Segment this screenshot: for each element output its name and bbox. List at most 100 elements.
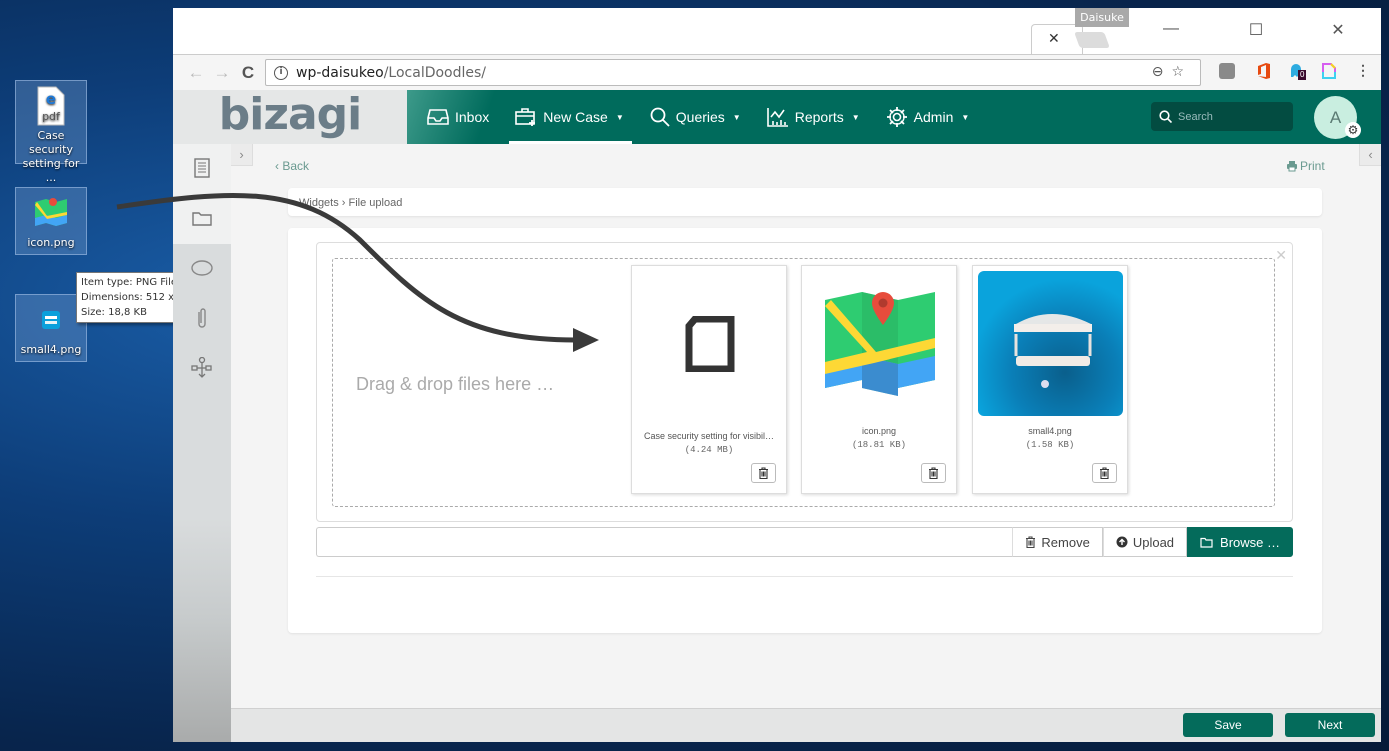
expand-right-panel-icon[interactable]: ‹ xyxy=(1359,144,1381,166)
desktop-icon-label: Case security setting for ... xyxy=(22,129,80,184)
file-input-row: Remove Upload Browse … xyxy=(316,527,1293,557)
caret-down-icon: ▼ xyxy=(851,112,860,122)
tab-close-icon[interactable]: ✕ xyxy=(1048,30,1060,47)
trash-icon xyxy=(1100,467,1109,479)
scanner-image-icon xyxy=(31,299,71,341)
desktop-icon-pdf[interactable]: e pdf Case security setting for ... xyxy=(15,80,87,184)
nav-admin[interactable]: Admin ▼ xyxy=(886,90,970,144)
new-case-icon xyxy=(515,108,536,126)
back-nav-icon[interactable]: ← xyxy=(183,63,209,83)
attachment-icon[interactable] xyxy=(191,307,213,329)
remove-button[interactable]: Remove xyxy=(1012,527,1103,557)
folder-icon[interactable] xyxy=(191,207,213,229)
url-path: /LocalDoodles/ xyxy=(383,64,487,81)
search-input[interactable] xyxy=(1178,110,1278,123)
maps-image-icon xyxy=(31,192,71,234)
upload-label: Upload xyxy=(1132,534,1175,550)
nav-reports[interactable]: Reports ▼ xyxy=(766,90,860,144)
desktop-icon-label: small4.png xyxy=(20,343,82,356)
content-area: › ‹ ‹ Back Print Widgets › File upload ✕… xyxy=(231,144,1381,708)
upload-icon xyxy=(1116,536,1128,548)
logo-area[interactable]: bizagi xyxy=(173,88,407,144)
browse-button[interactable]: Browse … xyxy=(1187,527,1293,557)
browser-menu-icon[interactable]: ⋮ xyxy=(1355,63,1371,79)
bizagi-logo: bizagi xyxy=(218,88,362,140)
nav-inbox-label: Inbox xyxy=(455,109,490,125)
chart-icon xyxy=(766,108,788,127)
search-icon xyxy=(650,107,670,127)
extension-badge: 0 xyxy=(1298,70,1307,80)
avatar-settings-icon[interactable]: ⚙ xyxy=(1345,122,1361,138)
nav-new-case[interactable]: New Case ▼ xyxy=(509,90,632,144)
new-tab-button[interactable] xyxy=(1074,32,1110,48)
maps-image xyxy=(807,271,952,416)
maximize-button[interactable]: ☐ xyxy=(1241,20,1271,40)
browser-window: ✕ Daisuke — ☐ ✕ ← → C i wp-daisukeo/Loca… xyxy=(173,8,1381,742)
drop-zone[interactable]: Drag & drop files here … Case security s… xyxy=(332,258,1275,507)
divider xyxy=(316,576,1293,577)
inbox-icon xyxy=(427,109,449,125)
svg-text:pdf: pdf xyxy=(42,110,61,123)
minimize-button[interactable]: — xyxy=(1156,20,1186,38)
back-label: Back xyxy=(282,159,310,173)
save-button[interactable]: Save xyxy=(1183,713,1273,737)
clear-files-icon[interactable]: ✕ xyxy=(1275,247,1287,264)
office-extension-icon[interactable] xyxy=(1257,63,1273,79)
delete-file-button[interactable] xyxy=(751,463,776,483)
svg-text:e: e xyxy=(46,90,56,108)
file-name: small4.png xyxy=(1028,426,1072,436)
delete-file-button[interactable] xyxy=(1092,463,1117,483)
profile-name[interactable]: Daisuke xyxy=(1075,8,1129,27)
caret-down-icon: ▼ xyxy=(961,112,970,122)
ghostery-extension-icon[interactable]: 0 xyxy=(1289,63,1307,80)
expand-left-panel-icon[interactable]: › xyxy=(231,144,253,166)
nav-queries[interactable]: Queries ▼ xyxy=(650,90,741,144)
nav-queries-label: Queries xyxy=(675,109,725,125)
bookmark-star-icon[interactable]: ☆ xyxy=(1171,64,1192,80)
back-link[interactable]: ‹ Back xyxy=(275,159,309,173)
scanner-image xyxy=(978,271,1123,416)
caret-down-icon: ▼ xyxy=(732,112,741,122)
address-bar[interactable]: i wp-daisukeo/LocalDoodles/ ⊖☆ xyxy=(265,59,1201,86)
colorful-doc-extension-icon[interactable] xyxy=(1322,63,1338,79)
printer-icon xyxy=(1287,161,1297,172)
nav-new-case-label: New Case xyxy=(543,109,608,125)
drop-zone-text: Drag & drop files here … xyxy=(356,374,555,394)
nav-reports-label: Reports xyxy=(794,109,844,125)
delete-file-button[interactable] xyxy=(921,463,946,483)
trash-icon xyxy=(1026,536,1036,548)
next-button[interactable]: Next xyxy=(1285,713,1375,737)
site-info-icon[interactable]: i xyxy=(274,65,288,80)
close-window-button[interactable]: ✕ xyxy=(1323,20,1353,40)
trash-icon xyxy=(929,467,938,479)
workflow-icon[interactable] xyxy=(191,357,213,379)
file-size: (1.58 KB) xyxy=(1025,440,1075,450)
desktop-icon-icon-png[interactable]: icon.png xyxy=(15,187,87,255)
browser-toolbar: ← → C i wp-daisukeo/LocalDoodles/ ⊖☆ 0 ⋮ xyxy=(173,54,1381,90)
file-size: (4.24 MB) xyxy=(684,445,734,455)
reload-icon[interactable]: C xyxy=(235,63,261,83)
extension-icon-gray[interactable] xyxy=(1219,63,1235,79)
form-footer: Save Next xyxy=(231,708,1381,742)
upload-button[interactable]: Upload xyxy=(1102,527,1188,557)
comment-icon[interactable] xyxy=(191,257,213,279)
app-header: bizagi Inbox New Case ▼ Queries ▼ Reports ▼… xyxy=(173,88,1381,144)
forward-nav-icon[interactable]: → xyxy=(209,63,235,83)
left-rail xyxy=(173,144,231,742)
file-caption-field[interactable] xyxy=(316,527,1013,557)
nav-inbox[interactable]: Inbox xyxy=(427,90,489,144)
file-thumbnail: small4.png (1.58 KB) xyxy=(972,265,1128,494)
form-list-icon[interactable] xyxy=(191,157,213,179)
file-thumbnail: icon.png (18.81 KB) xyxy=(801,265,957,494)
file-upload-card: ✕ Drag & drop files here … Case security… xyxy=(288,228,1322,633)
url-host: wp-daisukeo xyxy=(296,64,384,81)
trash-icon xyxy=(759,467,768,479)
print-link[interactable]: Print xyxy=(1286,159,1325,173)
search-box[interactable] xyxy=(1151,102,1293,131)
main-nav: Inbox New Case ▼ Queries ▼ Reports ▼ Admin ▼ xyxy=(407,90,1127,144)
caret-down-icon: ▼ xyxy=(615,112,624,122)
zoom-out-icon[interactable]: ⊖ xyxy=(1152,64,1172,80)
file-thumbnail: Case security setting for visibil… (4.24… xyxy=(631,265,787,494)
breadcrumb: Widgets › File upload xyxy=(288,188,1322,216)
remove-label: Remove xyxy=(1041,534,1090,550)
